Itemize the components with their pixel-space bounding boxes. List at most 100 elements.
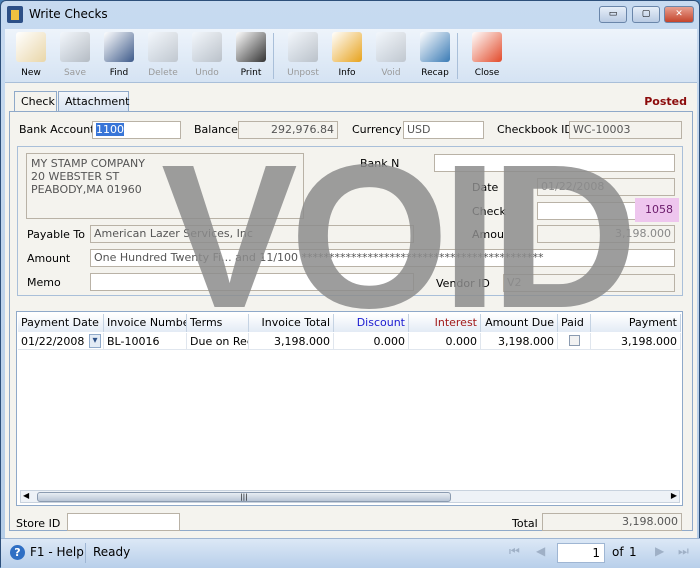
amount-words-field: One Hundred Twenty Fi... and 11/100 ****… xyxy=(90,249,675,267)
unpost-label: Unpost xyxy=(287,68,319,78)
maximize-button[interactable]: ▢ xyxy=(632,6,660,23)
last-page-icon[interactable]: ⏭ xyxy=(678,544,689,559)
save-icon xyxy=(60,32,90,62)
status-bar: ? F1 - Help Ready ⏮ ◀ 1 of 1 ▶ ⏭ xyxy=(1,538,700,568)
grid-cell[interactable]: 3,198.000 xyxy=(481,333,558,350)
info-label: Info xyxy=(338,68,356,78)
close-button[interactable]: Close xyxy=(465,29,509,83)
minimize-button[interactable]: ▭ xyxy=(599,6,627,23)
address-line: MY STAMP COMPANY xyxy=(31,157,145,170)
store-id-input[interactable] xyxy=(67,513,180,531)
store-id-label: Store ID xyxy=(16,517,61,530)
column-header-amount-due[interactable]: Amount Due xyxy=(481,314,558,332)
close-form-icon xyxy=(472,32,502,62)
undo-button[interactable]: Undo xyxy=(185,29,229,83)
grid-cell[interactable]: 3,198.000 xyxy=(249,333,334,350)
find-button[interactable]: Find xyxy=(97,29,141,83)
new-button[interactable]: New xyxy=(9,29,53,83)
date-dropdown-icon[interactable]: ▾ xyxy=(89,334,101,348)
scroll-left-icon[interactable]: ◀ xyxy=(23,491,29,500)
cell-value: 3,198.000 xyxy=(274,335,330,348)
unpost-button[interactable]: Unpost xyxy=(281,29,325,83)
balance-label: Balance xyxy=(194,123,238,136)
bank-name-input[interactable] xyxy=(434,154,675,172)
horizontal-scrollbar[interactable]: ◀ ||| ▶ xyxy=(20,490,680,503)
column-header-interest[interactable]: Interest xyxy=(409,314,481,332)
bank-name-label: Bank N xyxy=(360,157,400,170)
find-label: Find xyxy=(109,68,129,78)
checkbook-id-field: WC-10003 xyxy=(569,121,682,139)
column-header-terms[interactable]: Terms xyxy=(187,314,249,332)
cell-value: 01/22/2008 xyxy=(21,335,85,348)
check-number-value: 1058 xyxy=(635,198,679,222)
amount-words-label: Amount xyxy=(27,252,71,265)
window-title: Write Checks xyxy=(29,7,108,21)
recap-label: Recap xyxy=(421,68,449,78)
delete-button[interactable]: Delete xyxy=(141,29,185,83)
help-icon[interactable]: ? xyxy=(10,545,25,560)
grid-cell[interactable]: 3,198.000 xyxy=(591,333,681,350)
posted-status: Posted xyxy=(644,95,687,108)
print-label: Print xyxy=(240,68,262,78)
first-page-icon[interactable]: ⏮ xyxy=(509,544,520,559)
void-button[interactable]: Void xyxy=(369,29,413,83)
address-line: 20 WEBSTER ST xyxy=(31,170,120,183)
company-address: MY STAMP COMPANY 20 WEBSTER ST PEABODY,M… xyxy=(26,153,304,219)
vendor-id-field: V2 xyxy=(503,274,675,292)
status-text: Ready xyxy=(93,545,131,559)
save-button[interactable]: Save xyxy=(53,29,97,83)
bank-account-value: 1100 xyxy=(96,123,124,136)
prev-page-icon[interactable]: ◀ xyxy=(536,544,545,558)
grid-cell[interactable]: 0.000 xyxy=(409,333,481,350)
recap-button[interactable]: Recap xyxy=(413,29,457,83)
cell-value: 3,198.000 xyxy=(621,335,677,348)
bank-account-label: Bank Account xyxy=(19,123,95,136)
trash-icon xyxy=(148,32,178,62)
close-label: Close xyxy=(474,68,500,78)
bank-account-input[interactable]: 1100 xyxy=(92,121,181,139)
tab-attachment[interactable]: Attachment xyxy=(58,91,130,111)
payable-to-field: American Lazer Services, Inc xyxy=(90,225,414,243)
memo-input[interactable] xyxy=(90,273,414,291)
column-header-paid[interactable]: Paid xyxy=(558,314,591,332)
column-header-discount[interactable]: Discount xyxy=(334,314,409,332)
date-label: Date xyxy=(472,181,499,194)
column-header-payment-date[interactable]: Payment Date xyxy=(18,314,104,332)
binoculars-icon xyxy=(104,32,134,62)
recap-icon xyxy=(420,32,450,62)
grid-cell[interactable]: Due on Receipt xyxy=(187,333,249,350)
printer-icon xyxy=(236,32,266,62)
currency-input[interactable]: USD xyxy=(403,121,484,139)
new-icon xyxy=(16,32,46,62)
amount-number-label: Amou xyxy=(472,228,504,241)
toolbar-separator xyxy=(273,33,274,79)
paid-checkbox[interactable] xyxy=(569,335,580,346)
amount-number-field: 3,198.000 xyxy=(537,225,675,243)
tab-check[interactable]: Check xyxy=(14,91,57,112)
column-header-payment[interactable]: Payment xyxy=(591,314,681,332)
grid-cell[interactable]: 01/22/2008 ▾ xyxy=(18,333,104,350)
date-field: 01/22/2008 xyxy=(537,178,675,196)
scroll-right-icon[interactable]: ▶ xyxy=(671,491,677,500)
total-label: Total xyxy=(512,517,538,530)
currency-label: Currency xyxy=(352,123,402,136)
unpost-icon xyxy=(288,32,318,62)
app-icon xyxy=(7,6,23,23)
print-button[interactable]: Print xyxy=(229,29,273,83)
column-header-invoice-total[interactable]: Invoice Total xyxy=(249,314,334,332)
scroll-thumb[interactable]: ||| xyxy=(37,492,451,502)
toolbar: New Save Find Delete Undo Print Unpost Info Void… xyxy=(5,29,697,83)
close-window-button[interactable]: ✕ xyxy=(664,6,694,23)
info-button[interactable]: Info xyxy=(325,29,369,83)
grid-cell[interactable]: BL-10016 xyxy=(104,333,187,350)
cell-value: 3,198.000 xyxy=(498,335,554,348)
cell-value: 0.000 xyxy=(373,335,406,348)
grid-cell[interactable] xyxy=(558,333,591,350)
next-page-icon[interactable]: ▶ xyxy=(655,544,664,558)
column-header-invoice-number[interactable]: Invoice Number xyxy=(104,314,187,332)
page-input[interactable]: 1 xyxy=(557,543,605,563)
save-label: Save xyxy=(63,68,87,78)
grid-cell[interactable]: 0.000 xyxy=(334,333,409,350)
help-link[interactable]: F1 - Help xyxy=(30,545,84,559)
write-checks-window: Write Checks ▭ ▢ ✕ New Save Find Delete Undo… xyxy=(0,0,700,568)
